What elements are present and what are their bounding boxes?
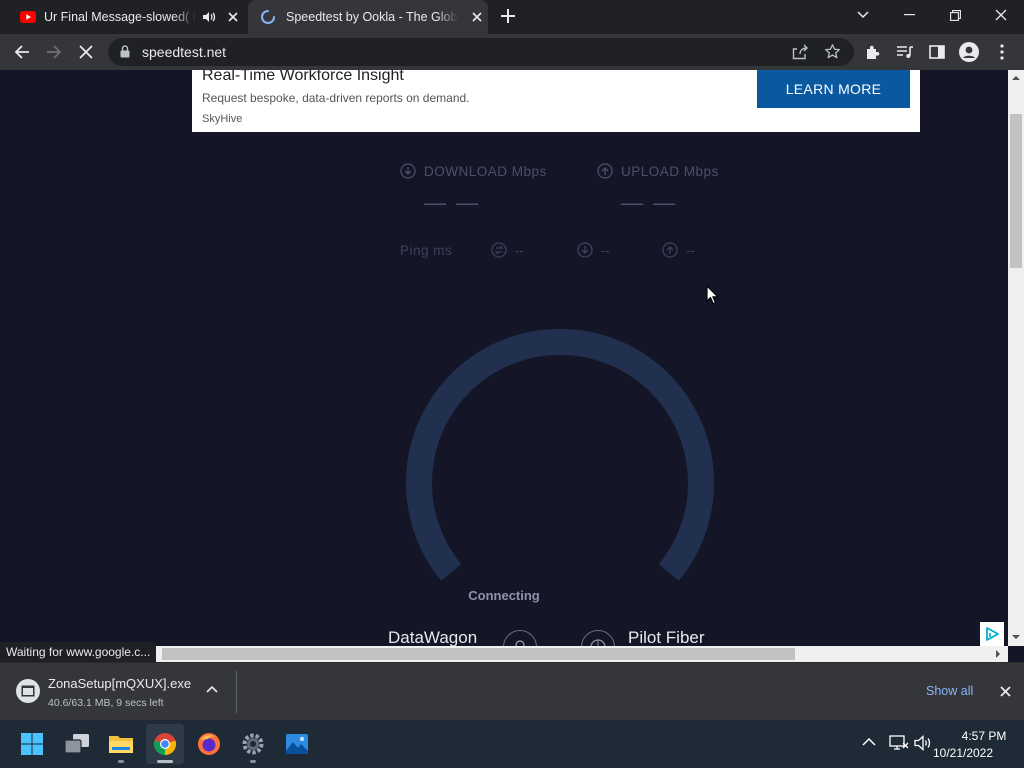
bookmark-star-icon[interactable]: [824, 43, 841, 60]
clock-date[interactable]: 10/21/2022: [916, 746, 1010, 760]
download-label-text: DOWNLOAD Mbps: [424, 163, 547, 179]
extensions-puzzle-icon[interactable]: [859, 38, 887, 66]
ping-download-value: --: [601, 242, 610, 258]
photos-icon[interactable]: [278, 724, 316, 764]
tab-speedtest[interactable]: Speedtest by Ookla - The Global: [248, 0, 488, 34]
close-icon[interactable]: [1000, 686, 1011, 697]
host-isp: DataWagon: [388, 628, 478, 646]
ad-brand: SkyHive: [202, 113, 243, 125]
share-icon[interactable]: [792, 44, 809, 60]
ping-idle-icon: [491, 242, 507, 258]
download-arrow-icon: [400, 163, 416, 179]
tab-strip: Ur Final Message-slowed( ba Speedtest by…: [0, 0, 1024, 34]
speaker-icon[interactable]: [202, 11, 216, 23]
download-shelf: ZonaSetup[mQXUX].exe 40.6/63.1 MB, 9 sec…: [0, 662, 1024, 721]
ping-upload-icon: [662, 242, 678, 258]
divider: [236, 671, 237, 713]
settings-gear-icon[interactable]: [234, 724, 272, 764]
windows-taskbar: 4:57 PM 10/21/2022: [0, 720, 1024, 768]
server-isp: Pilot Fiber: [628, 628, 705, 646]
horizontal-scroll-thumb[interactable]: [162, 648, 795, 660]
close-window-button[interactable]: [978, 0, 1024, 30]
ping-download: --: [577, 242, 610, 258]
restore-button[interactable]: [932, 0, 978, 30]
learn-more-button[interactable]: LEARN MORE: [757, 70, 910, 108]
address-bar[interactable]: speedtest.net: [108, 38, 854, 66]
ping-idle: --: [491, 242, 524, 258]
advertisement-banner[interactable]: Real-Time Workforce Insight Request besp…: [192, 70, 920, 132]
show-all-downloads-link[interactable]: Show all: [926, 684, 973, 698]
stop-loading-button[interactable]: [72, 38, 100, 66]
download-file-icon[interactable]: [16, 679, 40, 703]
menu-kebab-icon[interactable]: [988, 38, 1016, 66]
upload-label-text: UPLOAD Mbps: [621, 163, 719, 179]
ping-download-icon: [577, 242, 593, 258]
task-view-icon[interactable]: [58, 724, 96, 764]
download-value: — —: [424, 190, 481, 215]
minimize-button[interactable]: [886, 0, 932, 30]
speedtest-page: Real-Time Workforce Insight Request besp…: [0, 70, 1008, 646]
firefox-icon[interactable]: [190, 724, 228, 764]
tab-title: Speedtest by Ookla - The Global: [286, 10, 458, 24]
ping-upload-value: --: [686, 242, 695, 258]
profile-avatar-icon[interactable]: [955, 38, 983, 66]
scroll-down-icon[interactable]: [1012, 634, 1020, 640]
ping-label: Ping ms: [400, 243, 453, 258]
chevron-up-icon[interactable]: [862, 737, 876, 746]
ad-title[interactable]: Real-Time Workforce Insight: [202, 70, 404, 85]
close-icon[interactable]: [470, 10, 484, 24]
tab-youtube[interactable]: Ur Final Message-slowed( ba: [8, 0, 246, 34]
ad-description: Request bespoke, data-driven reports on …: [202, 91, 470, 105]
download-progress: 40.6/63.1 MB, 9 secs left: [48, 697, 164, 709]
chevron-up-icon[interactable]: [206, 685, 218, 693]
globe-icon[interactable]: [581, 630, 615, 646]
download-label: DOWNLOAD Mbps: [400, 163, 547, 179]
adchoices-icon[interactable]: [980, 622, 1004, 646]
clock-time[interactable]: 4:57 PM: [958, 729, 1010, 743]
windows-start-icon[interactable]: [13, 724, 51, 764]
side-panel-icon[interactable]: [923, 38, 951, 66]
loading-spinner-icon: [260, 9, 276, 25]
url-text[interactable]: speedtest.net: [142, 44, 226, 60]
download-filename[interactable]: ZonaSetup[mQXUX].exe: [48, 676, 191, 691]
network-icon[interactable]: [889, 735, 909, 751]
close-icon[interactable]: [226, 10, 240, 24]
youtube-icon: [20, 11, 36, 23]
scroll-up-icon[interactable]: [1012, 75, 1020, 81]
connecting-status: Connecting: [468, 588, 540, 603]
forward-button[interactable]: [40, 38, 68, 66]
upload-label: UPLOAD Mbps: [597, 163, 719, 179]
tab-title: Ur Final Message-slowed( ba: [44, 10, 196, 24]
file-explorer-icon[interactable]: [102, 724, 140, 764]
chrome-taskbar-icon[interactable]: [146, 724, 184, 764]
ping-upload: --: [662, 242, 695, 258]
status-bubble: Waiting for www.google.c...: [0, 642, 157, 662]
back-button[interactable]: [8, 38, 36, 66]
lock-icon[interactable]: [120, 45, 130, 58]
upload-value: — —: [621, 190, 678, 215]
mouse-cursor-icon: [706, 285, 719, 305]
person-icon[interactable]: [503, 630, 537, 646]
speed-gauge: [406, 328, 714, 581]
scroll-right-icon[interactable]: [995, 650, 1001, 658]
vertical-scroll-thumb[interactable]: [1010, 114, 1022, 268]
tab-search-button[interactable]: [840, 0, 886, 30]
media-control-icon[interactable]: [891, 38, 919, 66]
upload-arrow-icon: [597, 163, 613, 179]
new-tab-button[interactable]: [500, 8, 516, 24]
ping-idle-value: --: [515, 242, 524, 258]
